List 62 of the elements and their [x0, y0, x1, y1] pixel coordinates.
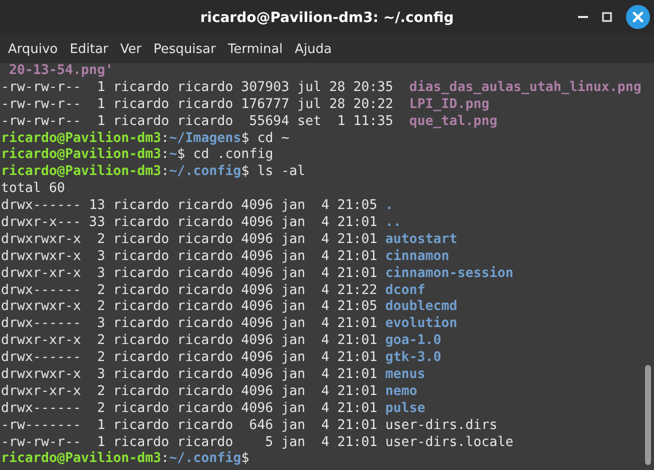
maximize-icon[interactable]: [602, 12, 612, 22]
terminal-text: drwxr-x--- 33 ricardo ricardo 4096 jan 4 21:01: [1, 215, 378, 230]
terminal-text: drwx------ 2 ricardo ricardo 4096 jan 4 21:22: [1, 282, 378, 298]
menu-item[interactable]: Ver: [114, 38, 148, 60]
terminal-text: drwxr-xr-x 2 ricardo ricardo 4096 jan 4 21:01: [1, 333, 378, 348]
prompt-path: ~/Imagens: [169, 130, 242, 146]
directory-name: menus: [385, 367, 426, 382]
directory-name: ..: [385, 215, 402, 230]
image-file-name: que_tal.png: [409, 114, 498, 129]
terminal-text: drwxrwxr-x 2 ricardo ricardo 4096 jan 4 21:05: [1, 299, 378, 314]
terminal-text: :: [161, 130, 170, 146]
terminal-text: $ ls -al: [241, 164, 306, 180]
scrollbar-thumb[interactable]: [645, 365, 651, 465]
terminal-text: $ cd .config: [177, 147, 274, 162]
terminal-text: total 60: [1, 181, 66, 196]
terminal-text: -rw------- 1 ricardo ricardo 646 jan 4 21:01 user-dirs.dirs: [1, 418, 498, 433]
terminal-text: -rw-rw-r-- 1 ricardo ricardo 55694 set 1 11:35: [1, 114, 394, 129]
image-file-name: dias_das_aulas_utah_linux.png: [409, 80, 642, 95]
directory-name: gtk-3.0: [385, 350, 442, 366]
prompt-user: ricardo@Pavilion-dm3: [1, 451, 162, 466]
terminal-text: :: [161, 164, 170, 180]
directory-name: doublecmd: [385, 299, 458, 314]
directory-name: cinnamon-session: [385, 266, 514, 281]
directory-name: autostart: [385, 232, 458, 247]
terminal-text: drwx------ 2 ricardo ricardo 4096 jan 4 21:01: [1, 400, 378, 416]
menu-item[interactable]: Terminal: [222, 38, 289, 60]
directory-name: nemo: [385, 384, 418, 399]
menu-item[interactable]: Ajuda: [288, 38, 338, 60]
directory-name: evolution: [385, 316, 458, 332]
prompt-path: ~/.config: [169, 451, 242, 466]
menu-item[interactable]: Pesquisar: [148, 38, 222, 60]
terminal-text: drwxr-xr-x 3 ricardo ricardo 4096 jan 4 21:01: [1, 266, 378, 281]
directory-name: cinnamon: [385, 248, 450, 264]
terminal-text: :: [161, 147, 170, 162]
window-title: ricardo@Pavilion-dm3: ~/.config: [200, 10, 454, 26]
prompt-path: ~: [169, 147, 178, 162]
directory-name: .: [385, 198, 394, 214]
prompt-user: ricardo@Pavilion-dm3: [1, 130, 162, 146]
terminal-text: drwxrwxr-x 3 ricardo ricardo 4096 jan 4 21:01: [1, 248, 378, 264]
terminal-text: drwxr-xr-x 2 ricardo ricardo 4096 jan 4 21:01: [1, 384, 378, 399]
close-icon[interactable]: [626, 5, 650, 29]
directory-name: pulse: [385, 400, 426, 416]
terminal-text: drwx------ 3 ricardo ricardo 4096 jan 4 21:01: [1, 316, 378, 332]
prompt-path: ~/.config: [169, 164, 242, 180]
terminal-text: -rw-rw-r-- 1 ricardo ricardo 176777 jul 28 20:22: [1, 96, 394, 112]
terminal-text: -rw-rw-r-- 1 ricardo ricardo 5 jan 4 21:01 user-dirs.locale: [1, 434, 514, 450]
prompt-user: ricardo@Pavilion-dm3: [1, 147, 162, 162]
directory-name: goa-1.0: [385, 333, 442, 348]
directory-name: dconf: [385, 282, 426, 298]
terminal-text: -rw-rw-r-- 1 ricardo ricardo 307903 jul 28 20:35: [1, 80, 394, 95]
terminal-text: drwxrwxr-x 2 ricardo ricardo 4096 jan 4 21:01: [1, 232, 378, 247]
terminal-text: $ cd ~: [241, 130, 290, 146]
terminal-text: drwx------ 13 ricardo ricardo 4096 jan 4 21:05: [1, 198, 378, 214]
image-file-name: LPI_ID.png: [409, 96, 490, 112]
menu-item[interactable]: Arquivo: [2, 38, 64, 60]
terminal-text: drwxrwxr-x 3 ricardo ricardo 4096 jan 4 21:01: [1, 367, 378, 382]
terminal-text: :: [161, 451, 170, 466]
image-file-name: 20-13-54.png': [8, 63, 114, 78]
prompt-user: ricardo@Pavilion-dm3: [1, 164, 162, 180]
terminal-text: $: [241, 451, 250, 466]
menu-item[interactable]: Editar: [64, 38, 114, 60]
terminal-text: drwx------ 2 ricardo ricardo 4096 jan 4 21:01: [1, 350, 378, 366]
